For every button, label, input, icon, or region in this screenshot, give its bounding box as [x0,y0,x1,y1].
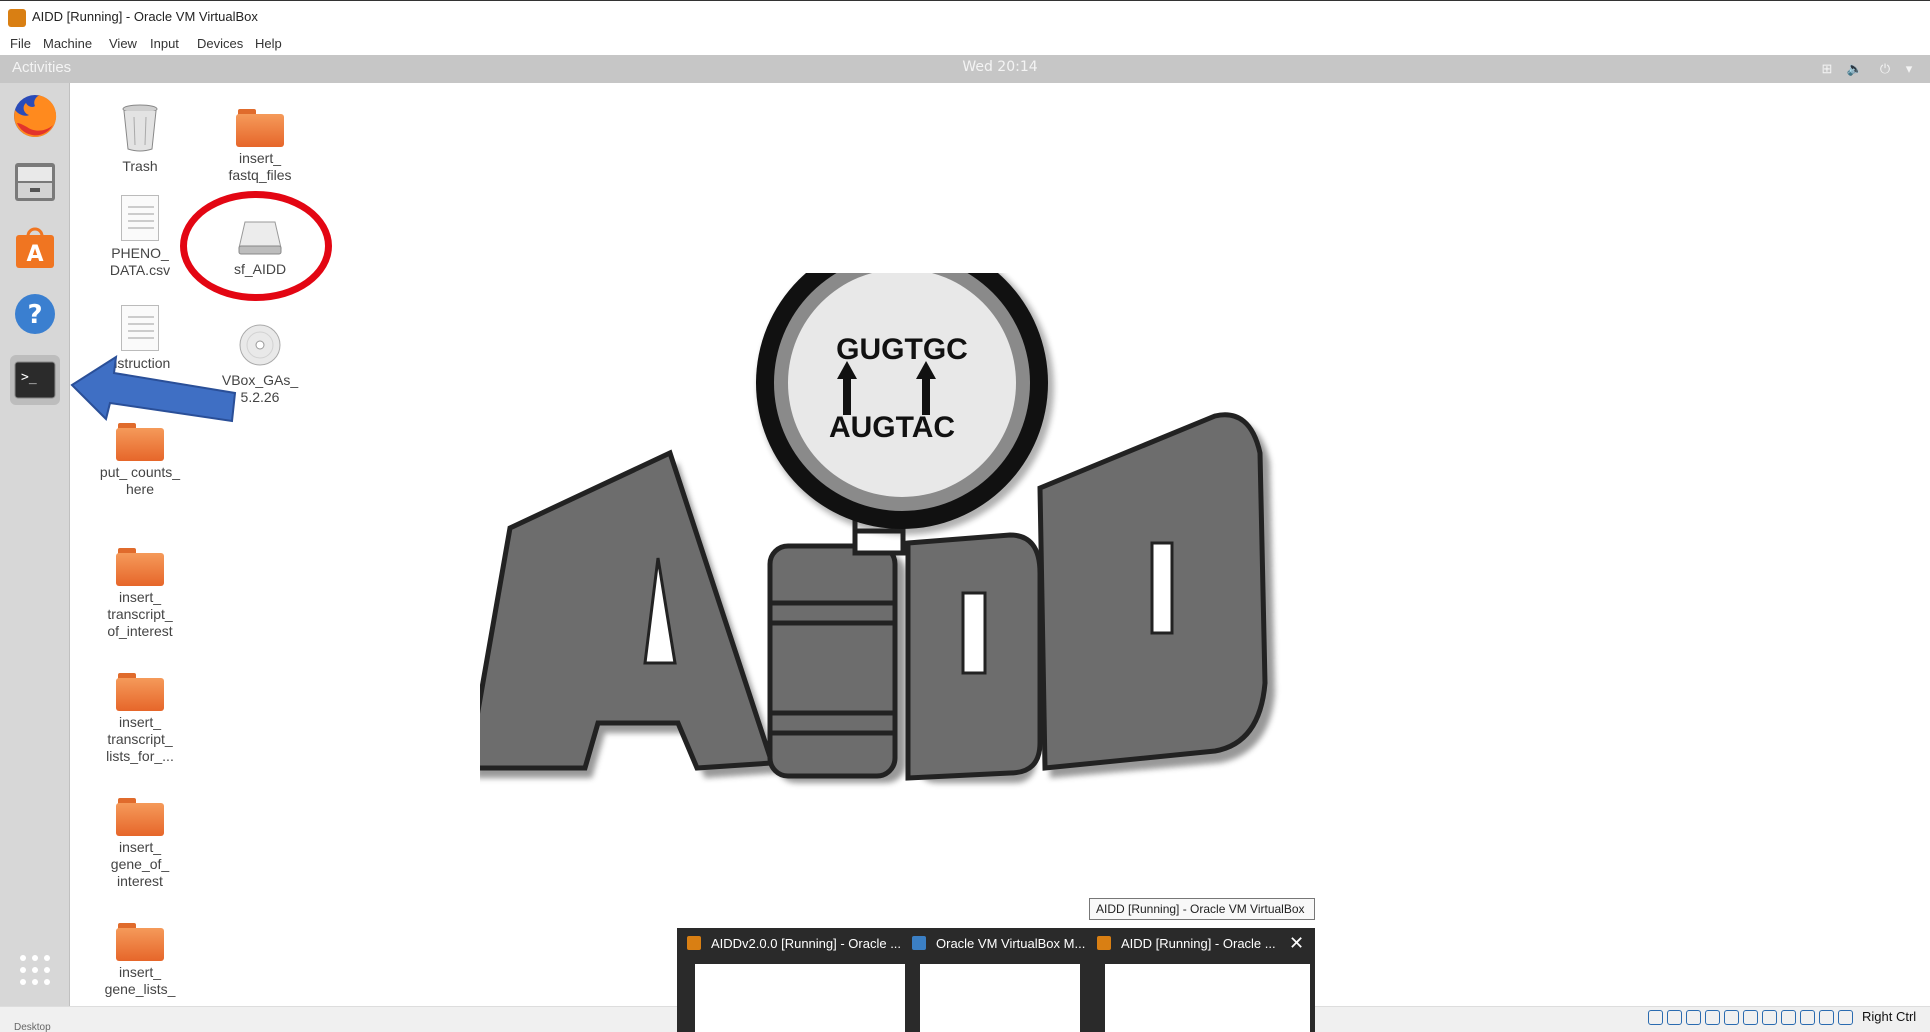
window-titlebar: AIDD [Running] - Oracle VM VirtualBox [0,0,1930,33]
virtualbox-manager-icon [912,936,926,950]
help-launcher[interactable]: ? [10,289,60,339]
dock: A ? >_ [0,83,70,1006]
trash-icon [122,104,158,152]
desktop-icon-label: insert_ fastq_files [228,150,292,183]
svg-text:A: A [26,242,43,267]
menu-bar: File Machine View Input Devices Help [0,33,1930,55]
menu-machine[interactable]: Machine [43,36,92,51]
terminal-launcher[interactable]: >_ [10,355,60,405]
svg-text:>_: >_ [21,370,37,385]
aidd-logo: GUGTGC AUGTAC [480,273,1275,783]
display-icon[interactable] [1762,1010,1777,1025]
desktop-icon-insert-gene-of-interest[interactable]: insert_ gene_of_ interest [90,798,190,890]
window-title: AIDD [Running] - Oracle VM VirtualBox [32,9,258,24]
document-icon [121,305,159,351]
terminal-icon: >_ [14,361,56,399]
optical-drive-icon[interactable] [1667,1010,1682,1025]
video-capture-icon[interactable] [1781,1010,1796,1025]
document-icon [121,195,159,241]
preview-thumbnail [920,964,1080,1032]
preview-thumbnail [695,964,905,1032]
network-status-icon[interactable] [1705,1010,1720,1025]
preview-title: AIDDv2.0.0 [Running] - Oracle ... [711,936,902,951]
shared-folders-icon[interactable] [1743,1010,1758,1025]
desktop-icon-label: insert_ transcript_ lists_for_... [106,714,174,764]
volume-icon[interactable]: 🔈 [1846,60,1864,78]
svg-text:?: ? [27,300,42,330]
power-icon[interactable]: ⏻ [1876,60,1894,78]
folder-icon [236,109,284,147]
file-cabinet-icon [15,163,55,201]
files-launcher[interactable] [10,157,60,207]
menu-input[interactable]: Input [150,36,179,51]
hard-disk-icon[interactable] [1648,1010,1663,1025]
network-icon[interactable]: ⊞ [1818,60,1836,78]
usb-icon[interactable] [1724,1010,1739,1025]
annotation-circle [180,191,332,301]
firefox-icon [14,94,57,137]
software-launcher[interactable]: A [10,223,60,273]
desktop-icon-insert-gene-lists[interactable]: insert_ gene_lists_ [90,923,190,998]
disc-icon [239,324,281,366]
app-grid-icon [20,955,50,985]
vm-status-icons [1648,1010,1853,1025]
desktop-icon-insert-transcript-lists[interactable]: insert_ transcript_ lists_for_... [90,673,190,765]
firefox-launcher[interactable] [10,91,60,141]
guest-top-bar: Activities Wed 20:14 ⊞ 🔈 ⏻ ▾ [0,55,1930,83]
taskbar-previews: AIDDv2.0.0 [Running] - Oracle ... Oracle… [677,928,1315,1032]
desktop-icon-insert-fastq-files[interactable]: insert_ fastq_files [210,109,310,184]
desktop: GUGTGC AUGTAC Trash insert_ fastq_files … [70,83,1930,1006]
desktop-icon-trash[interactable]: Trash [90,103,190,175]
virtualbox-icon [1097,936,1111,950]
desktop-label: Desktop [14,1022,51,1032]
show-applications-button[interactable] [18,953,52,987]
desktop-icon-label: insert_ gene_lists_ [104,964,176,997]
preview-aidd[interactable]: AIDD [Running] - Oracle ... ✕ [1097,928,1312,1032]
desktop-icon-insert-transcript-of-interest[interactable]: insert_ transcript_ of_interest [90,548,190,640]
folder-icon [116,548,164,586]
desktop-icon-put-counts-here[interactable]: put_ counts_ here [90,423,190,498]
desktop-icon-label: Trash [122,158,158,174]
desktop-icon-label: put_ counts_ here [99,464,181,497]
menu-devices[interactable]: Devices [197,36,243,51]
folder-icon [116,923,164,961]
menu-view[interactable]: View [109,36,137,51]
folder-icon [116,798,164,836]
mouse-integration-icon[interactable] [1819,1010,1834,1025]
logo-bottom-text: AUGTAC [829,411,955,444]
menu-file[interactable]: File [10,36,31,51]
help-icon: ? [15,294,55,334]
chevron-down-icon[interactable]: ▾ [1900,60,1918,78]
close-icon[interactable]: ✕ [1289,933,1304,954]
preview-thumbnail [1105,964,1310,1032]
audio-icon[interactable] [1686,1010,1701,1025]
logo-top-text: GUGTGC [836,333,968,366]
virtualbox-app-icon [8,9,26,27]
keyboard-icon[interactable] [1838,1010,1853,1025]
virtualbox-icon [687,936,701,950]
desktop-icon-label: PHENO_ DATA.csv [109,245,171,278]
annotation-arrow [70,355,237,423]
desktop-icon-label: insert_ gene_of_ interest [110,839,170,889]
preview-title: Oracle VM VirtualBox M... [936,936,1086,951]
preview-aiddv2[interactable]: AIDDv2.0.0 [Running] - Oracle ... [687,928,907,1032]
software-center-icon: A [16,227,54,268]
host-key-label: Right Ctrl [1862,1009,1917,1024]
desktop-icon-pheno-data[interactable]: PHENO_ DATA.csv [90,195,190,279]
activities-button[interactable]: Activities [12,59,71,76]
taskbar-tooltip: AIDD [Running] - Oracle VM VirtualBox [1089,898,1315,920]
menu-help[interactable]: Help [255,36,282,51]
virtualization-icon[interactable] [1800,1010,1815,1025]
desktop-icon-label: insert_ transcript_ of_interest [107,589,173,639]
preview-virtualbox-manager[interactable]: Oracle VM VirtualBox M... [912,928,1086,1032]
folder-icon [116,423,164,461]
folder-icon [116,673,164,711]
clock[interactable]: Wed 20:14 [940,59,1060,75]
preview-title: AIDD [Running] - Oracle ... [1121,936,1276,951]
